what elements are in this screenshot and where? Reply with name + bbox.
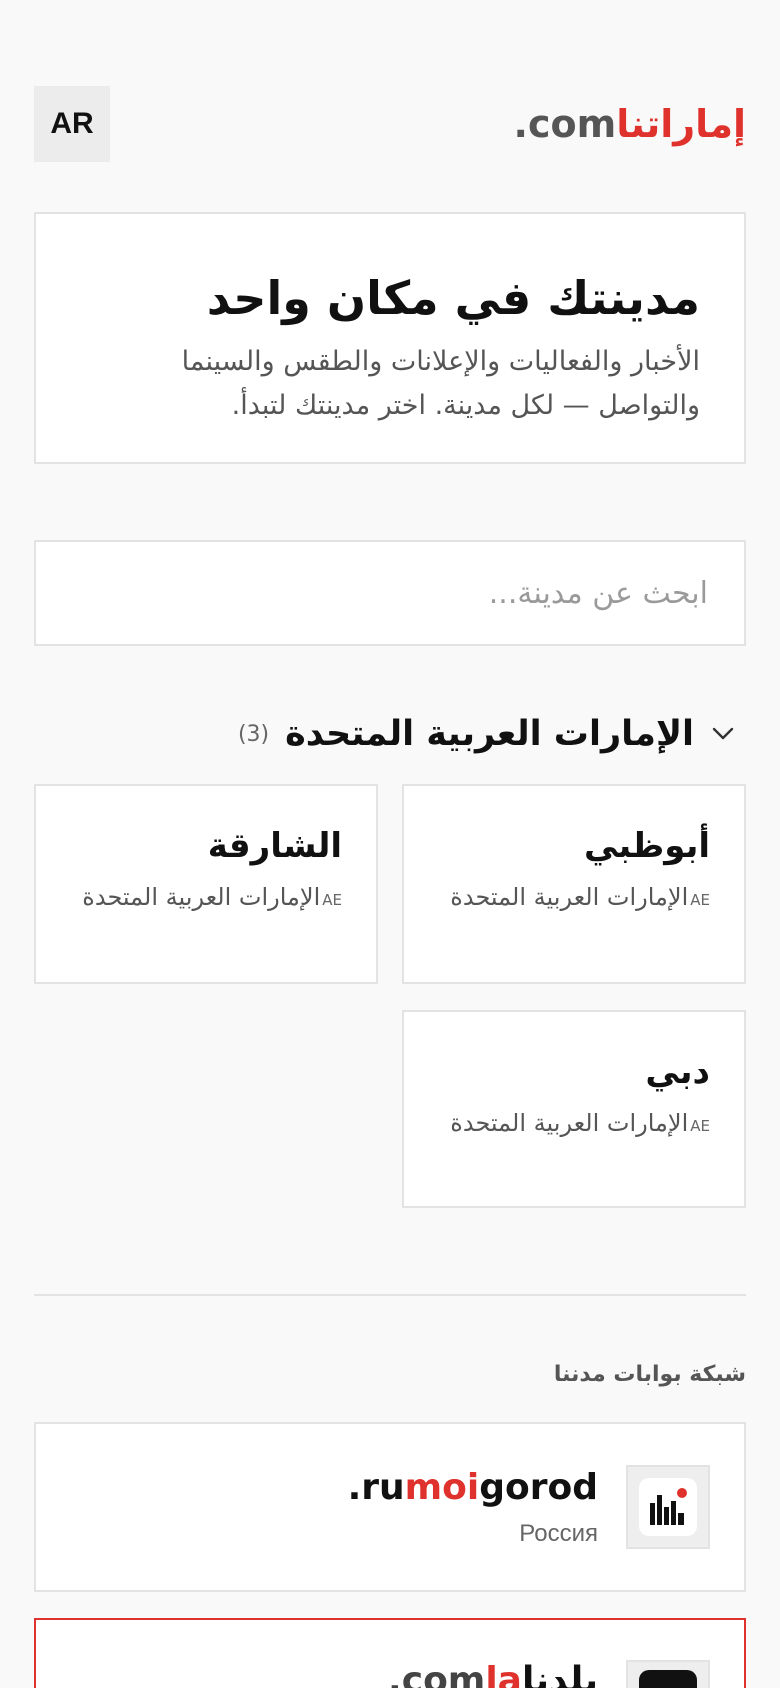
city-name: دبي [645, 1052, 710, 1092]
hero-subtitle: الأخبار والفعاليات والإعلانات والطقس وال… [181, 346, 700, 421]
portal-name: .comlaبلدنا [388, 1660, 598, 1688]
logo-com: .com [513, 102, 617, 146]
city-country: AEالإمارات العربية المتحدة [438, 880, 710, 917]
city-search-input[interactable]: ابحث عن مدينة... [34, 540, 746, 646]
city-icon [626, 1660, 710, 1688]
portal-name: .rumoigorod [348, 1467, 598, 1508]
portal-card-moigorod[interactable]: .rumoigorod Россия [34, 1422, 746, 1592]
country-name: الإمارات العربية المتحدة [82, 883, 321, 911]
city-card-abudhabi[interactable]: أبوظبي AEالإمارات العربية المتحدة [402, 784, 746, 984]
portal-name-red: la [485, 1660, 522, 1688]
country-code: AE [690, 891, 710, 909]
country-code: AE [322, 891, 342, 909]
portal-card-baladna[interactable]: .comlaبلدنا [34, 1618, 746, 1688]
portal-name-suffix: بلدنا [521, 1660, 598, 1688]
country-name: الإمارات العربية المتحدة [450, 883, 689, 911]
portal-country: Россия [519, 1519, 598, 1547]
portal-name-prefix: .ru [347, 1466, 405, 1508]
hero-title: مدينتك في مكان واحد [206, 271, 700, 325]
portal-name-red: moi [404, 1466, 480, 1508]
country-section-toggle[interactable]: الإمارات العربية المتحدة (3) [34, 706, 746, 762]
city-country: AEالإمارات العربية المتحدة [438, 1106, 710, 1143]
language-button[interactable]: AR [34, 86, 110, 162]
city-card-sharjah[interactable]: الشارقة AEالإمارات العربية المتحدة [34, 784, 378, 984]
logo-arabic: إماراتنا [616, 102, 746, 146]
city-buildings-icon [626, 1465, 710, 1549]
country-code: AE [690, 1117, 710, 1135]
divider [34, 1294, 746, 1296]
city-name: الشارقة [207, 826, 342, 866]
header: AR .comإماراتنا [34, 86, 746, 162]
portal-name-prefix: .com [388, 1660, 486, 1688]
city-count: (3) [237, 721, 270, 747]
network-title: شبكة بوابات مدننا [553, 1362, 746, 1387]
portal-name-suffix: gorod [479, 1466, 598, 1508]
country-title: الإمارات العربية المتحدة [285, 714, 694, 754]
chevron-down-icon [710, 721, 736, 747]
city-card-dubai[interactable]: دبي AEالإمارات العربية المتحدة [402, 1010, 746, 1208]
hero-card: مدينتك في مكان واحد الأخبار والفعاليات و… [34, 212, 746, 464]
search-placeholder: ابحث عن مدينة... [488, 575, 708, 611]
country-name: الإمارات العربية المتحدة [450, 1109, 689, 1137]
site-logo[interactable]: .comإماراتنا [514, 102, 746, 146]
city-country: AEالإمارات العربية المتحدة [70, 880, 342, 917]
city-name: أبوظبي [583, 826, 710, 866]
